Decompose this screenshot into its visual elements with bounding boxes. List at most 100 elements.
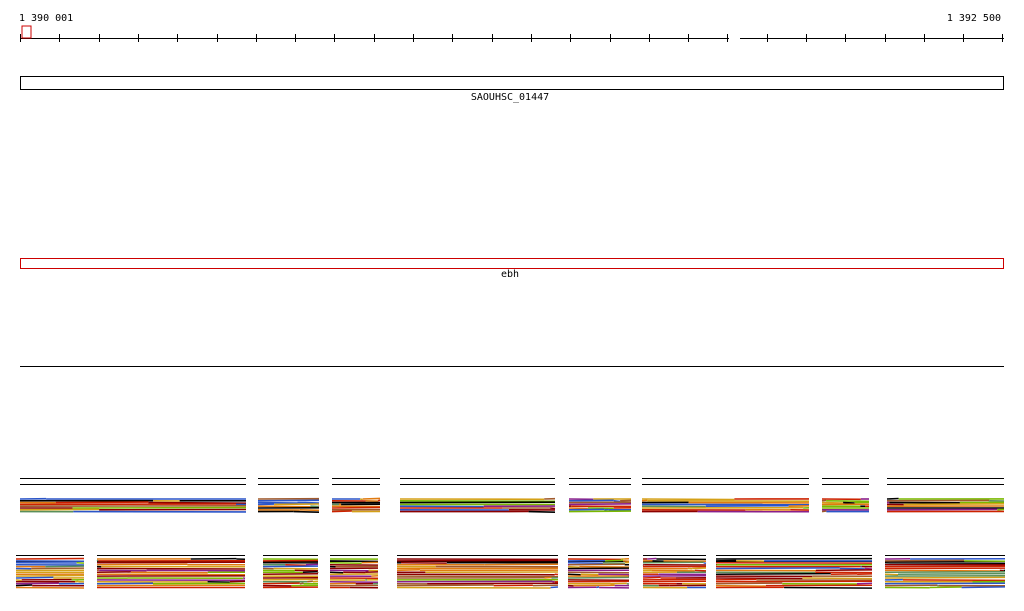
genome-browser-view: 1 390 001 1 392 500 SAOUHSC_01447 ebh [0, 0, 1024, 611]
alignment-read [96, 559, 99, 562]
alignment-read [784, 586, 873, 589]
alignment-read [715, 567, 840, 570]
alignment-read [285, 563, 306, 566]
alignment-block [641, 478, 810, 513]
alignment-read [329, 582, 356, 585]
alignment-read [396, 586, 551, 589]
alignment-read [715, 584, 766, 587]
alignment-read [705, 504, 789, 507]
alignment-block [821, 478, 870, 513]
alignment-read [580, 573, 599, 576]
alignment-read [329, 560, 379, 563]
viewport-marker[interactable] [21, 25, 32, 39]
alignment-read [396, 569, 420, 572]
alignment-track-row-1 [19, 478, 1005, 513]
alignment-read [703, 562, 707, 565]
alignment-read [642, 561, 704, 564]
alignment-read [396, 559, 559, 562]
gene-feature-ebh[interactable] [20, 258, 1004, 269]
alignment-read [884, 569, 1000, 572]
gene-feature-saouhsc-01447[interactable] [20, 76, 1004, 90]
alignment-read [802, 577, 873, 580]
alignment-read [579, 565, 630, 568]
alignment-read [377, 499, 381, 502]
alignment-read [257, 499, 320, 502]
alignment-read [596, 586, 600, 589]
alignment-read [715, 577, 803, 580]
alignment-read [19, 508, 100, 511]
alignment-track-row-2 [15, 555, 1006, 589]
alignment-read [15, 557, 85, 560]
alignment-read [715, 582, 783, 585]
alignment-read [257, 501, 298, 504]
alignment-read [642, 576, 661, 579]
alignment-read [929, 586, 962, 589]
alignment-read [331, 510, 352, 513]
alignment-block [15, 555, 85, 589]
alignment-read [884, 573, 899, 576]
alignment-read [568, 499, 614, 502]
alignment-read [642, 580, 707, 583]
alignment-read [715, 572, 831, 575]
alignment-read [55, 501, 149, 504]
alignment-read [642, 578, 707, 581]
alignment-block [331, 478, 381, 513]
alignment-read [396, 573, 555, 576]
alignment-read [567, 565, 580, 568]
alignment-read [815, 569, 873, 572]
alignment-read [15, 586, 85, 589]
position-ruler [20, 34, 1004, 42]
gene-label-saouhsc-01447: SAOUHSC_01447 [470, 92, 550, 103]
alignment-read [641, 498, 735, 501]
alignment-read [997, 508, 1005, 511]
alignment-read [96, 563, 188, 566]
alignment-read [45, 565, 85, 568]
alignment-read [782, 586, 785, 589]
alignment-read [884, 562, 1006, 565]
alignment-read [15, 582, 59, 585]
alignment-read [886, 508, 998, 511]
alignment-block [19, 478, 247, 513]
alignment-read [15, 584, 33, 587]
alignment-block [399, 478, 556, 513]
alignment-read [528, 510, 556, 513]
alignment-read [331, 506, 381, 509]
alignment-read [15, 579, 22, 582]
alignment-read [550, 507, 556, 510]
alignment-read [299, 509, 320, 512]
alignment-read [864, 567, 873, 570]
alignment-read [262, 578, 319, 581]
alignment-read [651, 569, 695, 572]
alignment-read [821, 510, 827, 513]
alignment-block [567, 555, 630, 589]
alignment-read [886, 497, 899, 500]
alignment-read [961, 586, 1006, 589]
alignment-block [642, 555, 707, 589]
alignment-read [903, 503, 1005, 506]
alignment-block [886, 478, 1005, 513]
alignment-read [15, 574, 85, 577]
alignment-read [826, 500, 870, 503]
alignment-read [568, 563, 625, 566]
alignment-read [396, 580, 553, 583]
alignment-read [262, 572, 319, 575]
alignment-read [694, 569, 707, 572]
alignment-read [148, 501, 247, 504]
alignment-block [715, 555, 873, 589]
alignment-block [96, 555, 246, 589]
alignment-read [307, 580, 313, 583]
alignment-read [568, 503, 632, 506]
alignment-read [567, 562, 603, 565]
alignment-read [96, 561, 246, 564]
alignment-read [293, 510, 320, 513]
alignment-read [605, 559, 624, 562]
alignment-read [884, 576, 1006, 579]
alignment-block [257, 478, 320, 513]
alignment-read [484, 563, 559, 566]
alignment-read [360, 498, 363, 501]
alignment-block [568, 478, 632, 513]
alignment-read [568, 510, 632, 513]
alignment-read [396, 584, 494, 587]
alignment-read [641, 505, 706, 508]
alignment-read [15, 576, 54, 579]
